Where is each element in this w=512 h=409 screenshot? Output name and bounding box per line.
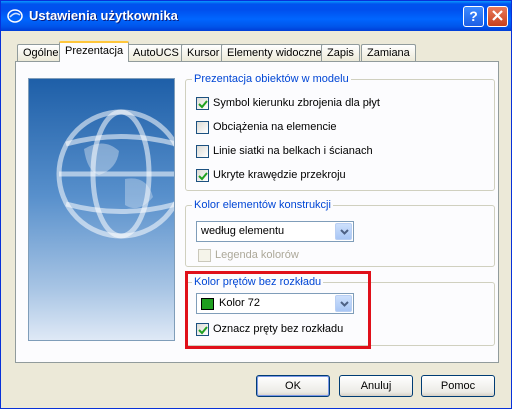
- globe-icon: [56, 109, 174, 239]
- window-title: Ustawienia użytkownika: [29, 8, 178, 23]
- preview-image: [28, 78, 175, 341]
- bar-color-legend: Kolor prętów bez rozkładu: [194, 276, 322, 288]
- tab-autoucs[interactable]: AutoUCS: [127, 44, 185, 61]
- bar-color-dropdown-button[interactable]: [335, 295, 352, 312]
- close-icon: [492, 10, 503, 21]
- option-hidden-edges-label: Ukryte krawędzie przekroju: [213, 169, 346, 181]
- tab-prezentacja[interactable]: Prezentacja: [59, 41, 130, 62]
- tab-kursor[interactable]: Kursor: [181, 44, 226, 61]
- model-presentation-legend: Prezentacja obiektów w modelu: [194, 73, 349, 85]
- checkbox-loads[interactable]: [196, 121, 209, 134]
- construction-color-dropdown-button[interactable]: [335, 223, 352, 240]
- tab-ogolne[interactable]: Ogólne: [17, 44, 65, 61]
- bar-color-select[interactable]: Kolor 72: [196, 293, 354, 314]
- option-grid-lines-label: Linie siatki na belkach i ścianach: [213, 145, 373, 157]
- help-button[interactable]: Pomoc: [421, 375, 495, 397]
- checkmark-icon: [198, 172, 208, 181]
- chevron-down-icon: [340, 229, 349, 235]
- construction-color-value: według elementu: [201, 225, 285, 237]
- option-reinforcement-symbol-label: Symbol kierunku zbrojenia dla płyt: [213, 97, 380, 109]
- close-button[interactable]: [487, 6, 508, 27]
- option-color-legend-label: Legenda kolorów: [215, 249, 299, 261]
- checkbox-reinforcement-symbol[interactable]: [196, 97, 209, 110]
- checkbox-color-legend[interactable]: [198, 249, 211, 262]
- checkmark-icon: [198, 326, 208, 335]
- help-title-button[interactable]: ?: [463, 6, 484, 27]
- construction-color-select[interactable]: według elementu: [196, 221, 354, 242]
- settings-dialog: Ustawienia użytkownika ? Ogólne Prezenta…: [0, 0, 512, 409]
- color-swatch: [201, 298, 214, 310]
- checkbox-mark-bars[interactable]: [196, 323, 209, 336]
- checkbox-grid-lines[interactable]: [196, 145, 209, 158]
- construction-color-legend: Kolor elementów konstrukcji: [194, 199, 331, 211]
- app-icon: [7, 8, 23, 24]
- title-bar[interactable]: Ustawienia użytkownika ?: [1, 1, 511, 31]
- chevron-down-icon: [340, 301, 349, 307]
- option-loads-label: Obciążenia na elemencie: [213, 121, 337, 133]
- tab-elementy-widoczne[interactable]: Elementy widoczne: [221, 44, 328, 61]
- tab-strip: Ogólne Prezentacja AutoUCS Kursor Elemen…: [15, 41, 495, 62]
- bar-color-value: Kolor 72: [219, 297, 260, 309]
- ok-button[interactable]: OK: [256, 375, 330, 397]
- option-mark-bars-label: Oznacz pręty bez rozkładu: [213, 323, 344, 335]
- checkbox-hidden-edges[interactable]: [196, 169, 209, 182]
- tab-zamiana[interactable]: Zamiana: [361, 44, 416, 61]
- tab-zapis[interactable]: Zapis: [321, 44, 360, 61]
- cancel-button[interactable]: Anuluj: [339, 375, 413, 397]
- checkmark-icon: [198, 100, 208, 109]
